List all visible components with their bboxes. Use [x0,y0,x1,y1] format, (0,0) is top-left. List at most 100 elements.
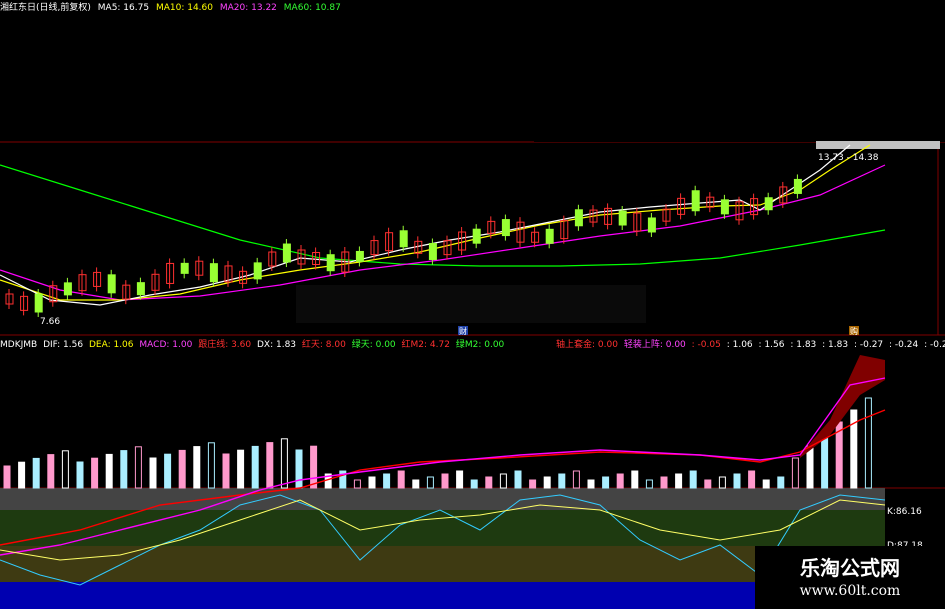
value-7: : -0.24 [889,340,919,350]
histogram-bar [222,453,230,489]
candle [647,217,656,233]
candle [501,219,510,237]
candle [764,197,773,211]
watermark-title: 乐淘公式网 [800,556,900,580]
histogram-bar [718,476,726,489]
value-8: : -0.2 [924,340,945,350]
k-label: K:86.16 [887,507,922,517]
candle [326,254,335,272]
histogram-bar [76,461,84,489]
histogram-bar [164,453,172,489]
histogram-bar [499,473,507,489]
hongtian-label: 红天: 8.00 [301,340,346,350]
watermark: 乐淘公式网 www.60lt.com [755,546,945,609]
histogram-bar [353,479,361,489]
ma60-line [0,164,886,267]
histogram-bar [791,457,799,489]
lvm2-label: 绿M2: 0.00 [455,340,505,350]
candle [180,262,189,274]
histogram-bar [61,450,69,489]
candle [355,250,364,262]
histogram-bar [587,479,595,489]
histogram-bar [485,476,493,489]
histogram-bar [149,457,157,489]
candle [545,228,554,244]
candle [428,242,437,260]
macd-label: MACD: 1.00 [139,340,193,350]
band-gray [0,488,885,510]
histogram-bar [120,450,128,489]
indicator-name: MDKJMB [0,340,38,350]
low-price-label: 7.66 [40,317,60,327]
dif-label: DIF: 1.56 [43,340,84,350]
candle [63,282,72,296]
histogram-bar [821,433,829,489]
value-2: : 1.06 [726,340,753,350]
masked-area [296,285,646,323]
histogram-bar [529,479,537,489]
dea-label: DEA: 1.06 [88,340,134,350]
hongm2-label: 红M2: 4.72 [401,340,450,350]
histogram-bar [558,473,566,489]
histogram-bar [105,453,113,489]
value-4: : 1.83 [790,340,817,350]
candle [720,199,729,215]
zhoushang-label: 轴上套金: 0.00 [556,340,618,350]
ma5-line [0,144,851,306]
candle [793,178,802,194]
candle [618,210,627,226]
candle [282,243,291,263]
gou-marker-text: 购 [850,326,858,336]
histogram-bar [91,457,99,489]
watermark-url: www.60lt.com [799,583,901,599]
histogram-bar [426,476,434,489]
histogram-bar [18,461,26,489]
histogram-bar [616,473,624,489]
lvtian-label: 绿天: 0.00 [351,340,396,350]
histogram-bar [280,438,288,489]
histogram-bar [806,445,814,489]
qingjian-label: 轻装上阵: 0.00 [623,340,686,350]
histogram-bar [383,473,391,489]
histogram-bar [514,470,522,489]
range-label: 13.73 - 14.38 [818,153,879,163]
histogram-bar [660,476,668,489]
candle [691,190,700,212]
range-box [816,141,940,149]
value-3: : 1.56 [758,340,785,350]
histogram-bar [602,476,610,489]
histogram-bar [777,476,785,489]
histogram-bar [543,476,551,489]
histogram-bar [134,446,142,489]
ma20-line [0,164,886,301]
histogram-bar [237,449,245,489]
histogram-bar [689,470,697,489]
candle [472,228,481,244]
histogram-bar [178,449,186,489]
histogram-bar [193,446,201,489]
zlx-label: 跟庄线: 3.60 [198,340,252,350]
histogram-bar [704,479,712,489]
histogram-bar [207,442,215,489]
kline-chart[interactable]: 7.66 13.73 - 14.38 财 购 K:86.16 D:87.18 [0,0,945,609]
candle [399,230,408,248]
histogram-bar [456,470,464,489]
histogram-bar [32,457,40,489]
candle [209,263,218,283]
value-6: : -0.27 [853,340,884,350]
dx-label: DX: 1.83 [257,340,297,350]
value-5: : 1.83 [822,340,849,350]
histogram-bar [441,473,449,489]
candle [574,209,583,227]
histogram-bar [310,445,318,489]
value-1: : -0.05 [691,340,721,350]
band-green [0,510,885,546]
histogram-bar [266,442,274,489]
candle [136,282,145,296]
histogram-bar [748,470,756,489]
histogram-bar [397,470,405,489]
indicator-header: MDKJMB DIF: 1.56 DEA: 1.06 MACD: 1.00 跟庄… [0,337,945,350]
histogram-bar [762,479,770,489]
cai-marker-text: 财 [459,326,467,336]
histogram-bar [733,473,741,489]
